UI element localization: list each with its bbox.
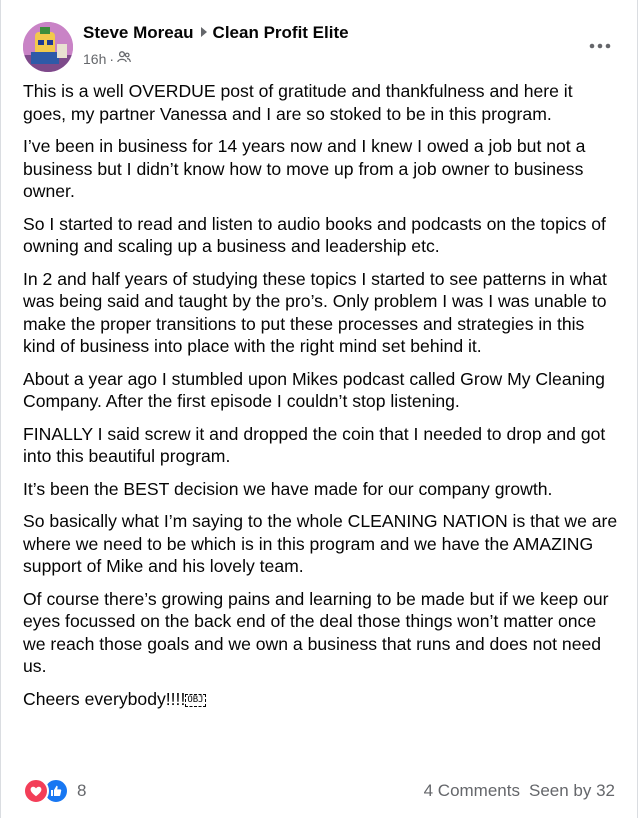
reaction-count: 8 xyxy=(77,781,87,800)
post-paragraph: So I started to read and listen to audio… xyxy=(23,213,606,257)
post-timestamp[interactable]: 16h xyxy=(83,51,106,67)
object-replacement-glyph: OBJ xyxy=(185,693,206,707)
post-card: Steve Moreau Clean Profit Elite 16h · Th… xyxy=(0,0,638,818)
comments-link[interactable]: 4 Comments xyxy=(424,781,520,801)
reactions-summary[interactable]: 8 xyxy=(23,778,86,804)
group-name[interactable]: Clean Profit Elite xyxy=(213,23,349,43)
post-paragraph: I’ve been in business for 14 years now a… xyxy=(23,136,586,201)
more-options-icon[interactable] xyxy=(585,31,615,61)
post-footer: 8 4 Comments Seen by 32 xyxy=(23,778,615,804)
author-line: Steve Moreau Clean Profit Elite xyxy=(83,23,349,43)
avatar-image xyxy=(23,22,73,72)
caret-right-icon xyxy=(200,23,208,43)
post-paragraph: It’s been the BEST decision we have made… xyxy=(23,478,553,499)
group-privacy-icon xyxy=(117,50,131,67)
post-paragraph: In 2 and half years of studying these to… xyxy=(23,268,607,357)
post-paragraph: This is a well OVERDUE post of gratitude… xyxy=(23,81,573,124)
post-paragraph: About a year ago I stumbled upon Mikes p… xyxy=(23,368,605,412)
closing-text: Cheers everybody!!!! xyxy=(23,688,186,709)
seen-by-link[interactable]: Seen by 32 xyxy=(529,781,615,801)
author-name[interactable]: Steve Moreau xyxy=(83,23,194,43)
post-closing: Cheers everybody!!!! OBJ xyxy=(23,688,619,711)
post-paragraph: Of course there’s growing pains and lear… xyxy=(23,588,609,677)
love-reaction-icon xyxy=(23,778,49,804)
post-header: Steve Moreau Clean Profit Elite 16h · xyxy=(23,22,615,72)
footer-stats: 4 Comments Seen by 32 xyxy=(424,781,615,801)
post-paragraph: So basically what I’m saying to the whol… xyxy=(23,511,618,576)
post-meta: 16h · xyxy=(83,50,131,67)
post-body: This is a well OVERDUE post of gratitude… xyxy=(23,80,619,720)
meta-separator: · xyxy=(109,50,115,67)
post-paragraph: FINALLY I said screw it and dropped the … xyxy=(23,423,606,467)
author-avatar[interactable] xyxy=(23,22,73,72)
